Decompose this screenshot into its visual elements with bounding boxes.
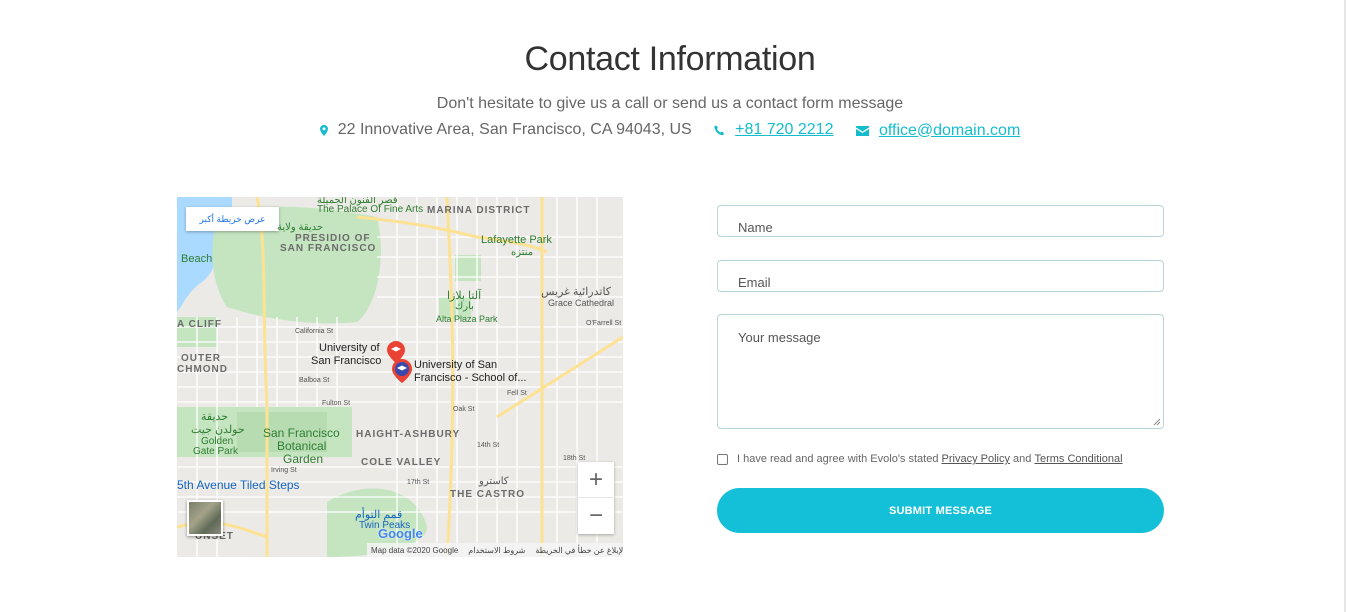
agree-text: I have read and agree with Evolo's state… bbox=[737, 453, 939, 465]
map-label: حولدن جيت bbox=[191, 424, 245, 436]
email-item: office@domain.com bbox=[855, 122, 1020, 140]
map-label: CHMOND bbox=[177, 364, 228, 375]
address-item: 22 Innovative Area, San Francisco, CA 94… bbox=[319, 121, 692, 139]
map-label: THE CASTRO bbox=[450, 489, 525, 500]
resize-handle-icon[interactable] bbox=[1153, 418, 1161, 426]
map-label: University of San bbox=[414, 359, 498, 371]
map-label: SAN FRANCISCO bbox=[280, 243, 377, 254]
map-label: 18th St bbox=[563, 455, 586, 462]
map-label: 5th Avenue Tiled Steps bbox=[177, 478, 300, 492]
zoom-out-button[interactable]: − bbox=[578, 498, 614, 534]
map-label: 17th St bbox=[407, 479, 430, 486]
map-label: Botanical bbox=[277, 439, 327, 453]
map-label: Beach bbox=[181, 253, 213, 265]
agree-checkbox[interactable] bbox=[717, 453, 728, 465]
map-label: Irving St bbox=[271, 467, 297, 474]
report-error-link[interactable]: الإبلاغ عن خطأ في الخريطة bbox=[535, 546, 623, 555]
map-label: Balboa St bbox=[299, 377, 330, 384]
terms-of-use-link[interactable]: شروط الاستخدام bbox=[468, 546, 525, 555]
map-label: Garden bbox=[283, 452, 324, 466]
view-larger-map-link[interactable]: عرض خريطة أكبر bbox=[186, 207, 279, 231]
map-label: MARINA DISTRICT bbox=[427, 205, 531, 216]
email-placeholder: Email bbox=[738, 275, 771, 290]
map-label: Grace Cathedral bbox=[548, 298, 615, 308]
map-label: Gate Park bbox=[193, 446, 239, 457]
subtitle: Don't hesitate to give us a call or send… bbox=[436, 95, 904, 112]
agree-and-text: and bbox=[1013, 453, 1032, 465]
google-logo: Google bbox=[378, 526, 423, 541]
map-label: Lafayette Park bbox=[481, 234, 552, 246]
phone-link[interactable]: +81 720 2212 bbox=[735, 121, 833, 139]
contact-details: 22 Innovative Area, San Francisco, CA 94… bbox=[0, 121, 1340, 141]
selected-location-pin-icon[interactable] bbox=[392, 359, 412, 383]
map-label: Oak St bbox=[453, 406, 475, 413]
map-label: COLE VALLEY bbox=[361, 457, 442, 468]
satellite-view-toggle[interactable] bbox=[187, 500, 223, 536]
privacy-policy-link[interactable]: Privacy Policy bbox=[942, 453, 1010, 465]
page-title: Contact Information bbox=[524, 40, 816, 78]
map-label: San Francisco bbox=[263, 426, 340, 440]
terms-agreement: I have read and agree with Evolo's state… bbox=[717, 453, 1123, 465]
map-label: OUTER bbox=[181, 353, 221, 364]
map-marker-icon bbox=[319, 124, 328, 136]
name-field[interactable]: Name bbox=[717, 205, 1164, 237]
map-label: Fulton St bbox=[322, 400, 351, 407]
map-label: Fell St bbox=[507, 390, 527, 397]
map-label: 14th St bbox=[477, 442, 500, 449]
map-label: University of bbox=[319, 342, 380, 354]
map-label: San Francisco bbox=[311, 355, 382, 367]
address-text: 22 Innovative Area, San Francisco, CA 94… bbox=[337, 121, 692, 138]
phone-item: +81 720 2212 bbox=[714, 121, 833, 139]
map-label: كاسترو bbox=[479, 476, 509, 487]
map-label: حديقة bbox=[201, 411, 229, 423]
contact-section: Contact Information Don't hesitate to gi… bbox=[0, 0, 1346, 612]
map-label: Alta Plaza Park bbox=[436, 314, 498, 324]
map-data-text: Map data ©2020 Google bbox=[371, 545, 459, 555]
map-label: HAIGHT-ASHBURY bbox=[356, 429, 461, 440]
map-label: The Palace Of Fine Arts bbox=[317, 204, 424, 215]
email-link[interactable]: office@domain.com bbox=[879, 122, 1020, 140]
map-label: A CLIFF bbox=[177, 319, 222, 330]
map-label: O'Farrell St bbox=[586, 320, 622, 327]
message-textarea[interactable]: Your message bbox=[717, 314, 1164, 429]
map-label: Francisco - School of... bbox=[414, 372, 527, 384]
phone-icon bbox=[714, 125, 725, 135]
map-attribution: Map data ©2020 Google شروط الاستخدام الإ… bbox=[367, 543, 623, 557]
terms-link[interactable]: Terms Conditional bbox=[1034, 453, 1122, 465]
zoom-in-button[interactable]: + bbox=[578, 462, 614, 498]
envelope-icon bbox=[855, 125, 869, 136]
message-placeholder: Your message bbox=[738, 330, 821, 345]
map-label: منتزه bbox=[511, 247, 534, 258]
name-placeholder: Name bbox=[738, 220, 773, 235]
email-field[interactable]: Email bbox=[717, 260, 1164, 292]
map-label: كاتدرائية غريس bbox=[541, 286, 612, 298]
submit-button[interactable]: SUBMIT MESSAGE bbox=[717, 488, 1164, 533]
zoom-controls: + − bbox=[578, 462, 614, 534]
google-map[interactable]: عرض خريطة أكبر قصر الفنون الجميلة The Pa… bbox=[177, 197, 623, 557]
map-label: California St bbox=[295, 328, 334, 335]
map-label: حديقة ولاية bbox=[277, 222, 324, 233]
map-label: بارك bbox=[455, 301, 474, 312]
